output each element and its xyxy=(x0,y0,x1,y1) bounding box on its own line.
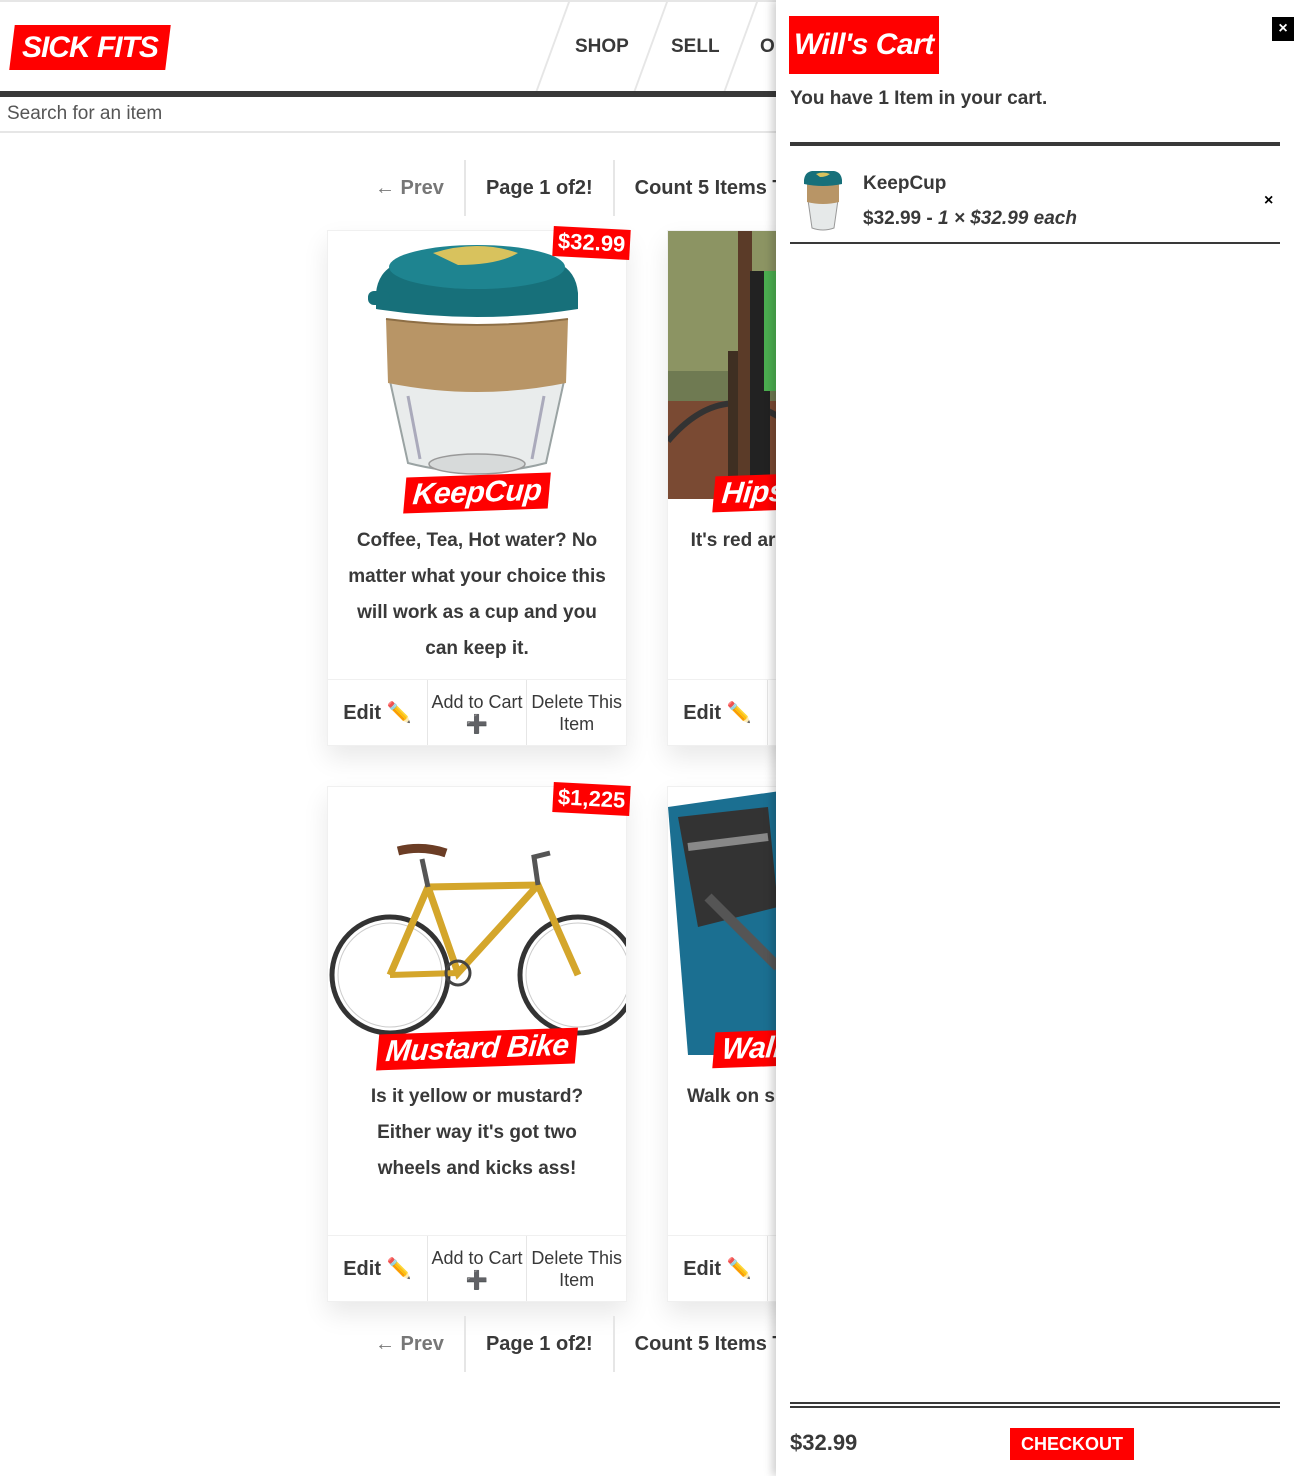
cart-title-text: Will's Cart xyxy=(794,28,934,61)
item-title-text[interactable]: KeepCup xyxy=(403,472,551,514)
page-indicator: Page 1 of2! xyxy=(485,176,593,199)
price-tag: $32.99 xyxy=(551,225,631,261)
nav-divider xyxy=(723,2,758,91)
nav-sell[interactable]: SELL xyxy=(671,2,720,91)
mustard-bike-image xyxy=(328,787,626,1055)
cart-item-name: KeepCup xyxy=(863,173,947,194)
nav-divider xyxy=(633,2,668,91)
delete-item-button[interactable]: Delete This Item xyxy=(526,680,626,745)
item-title-text[interactable]: Mustard Bike xyxy=(375,1027,579,1071)
add-to-cart-button[interactable]: Add to Cart ➕ xyxy=(426,1236,527,1301)
logo-text: SICK FITS xyxy=(22,30,159,64)
cart-panel: Will's Cart × You have 1 Item in your ca… xyxy=(776,0,1294,1476)
item-buttons: Edit ✏️ Add to Cart ➕ Delete This Item xyxy=(328,1235,626,1301)
cart-item: KeepCup $32.99 - 1 × $32.99 each × xyxy=(790,146,1280,244)
remove-item-button[interactable]: × xyxy=(1264,192,1273,210)
cart-item-price-line: $32.99 - 1 × $32.99 each xyxy=(863,208,1077,229)
cart-item-price: $32.99 xyxy=(863,208,922,229)
page-indicator: Page 1 of2! xyxy=(485,1332,593,1355)
item-title[interactable]: KeepCup xyxy=(328,472,626,514)
add-to-cart-button[interactable]: Add to Cart ➕ xyxy=(426,680,527,745)
edit-button[interactable]: Edit ✏️ xyxy=(668,1236,767,1301)
delete-item-button[interactable]: Delete This Item xyxy=(526,1236,626,1301)
nav-orders[interactable]: O xyxy=(760,2,775,91)
prev-link[interactable]: ← Prev xyxy=(355,160,464,216)
edit-button[interactable]: Edit ✏️ xyxy=(328,1236,427,1301)
cart-footer-divider xyxy=(790,1402,1280,1408)
item-description: Coffee, Tea, Hot water? No matter what y… xyxy=(348,530,606,659)
nav-shop[interactable]: SHOP xyxy=(575,2,629,91)
cart-item-thumbnail xyxy=(802,170,844,232)
nav-divider xyxy=(535,2,570,91)
checkout-button[interactable]: CHECKOUT xyxy=(1010,1428,1134,1460)
item-card: $1,225 Mustard Bike Is it yellow or must… xyxy=(327,781,631,1302)
item-description: Is it yellow or mustard? Either way it's… xyxy=(370,1086,584,1179)
item-buttons: Edit ✏️ Add to Cart ➕ Delete This Item xyxy=(328,679,626,745)
edit-button[interactable]: Edit ✏️ xyxy=(668,680,767,745)
close-cart-button[interactable]: × xyxy=(1272,17,1294,41)
price-tag: $1,225 xyxy=(551,781,631,817)
pagination-bottom: ← Prev Page 1 of2! Count 5 Items T xyxy=(355,1316,805,1372)
prev-link[interactable]: ← Prev xyxy=(355,1316,464,1372)
logo[interactable]: SICK FITS xyxy=(9,25,171,70)
cart-subtitle: You have 1 Item in your cart. xyxy=(790,88,1048,109)
edit-button[interactable]: Edit ✏️ xyxy=(328,680,427,745)
item-title[interactable]: Mustard Bike xyxy=(328,1027,626,1071)
keepcup-image xyxy=(328,231,626,499)
cart-item-quantity: 1 × $32.99 each xyxy=(938,208,1077,229)
cart-total: $32.99 xyxy=(790,1430,858,1455)
pagination-top: ← Prev Page 1 of2! Count 5 Items T xyxy=(355,160,805,216)
cart-title: Will's Cart xyxy=(789,16,939,74)
item-card: $32.99 KeepCup Coffee, Tea, Hot water? N… xyxy=(327,225,631,746)
